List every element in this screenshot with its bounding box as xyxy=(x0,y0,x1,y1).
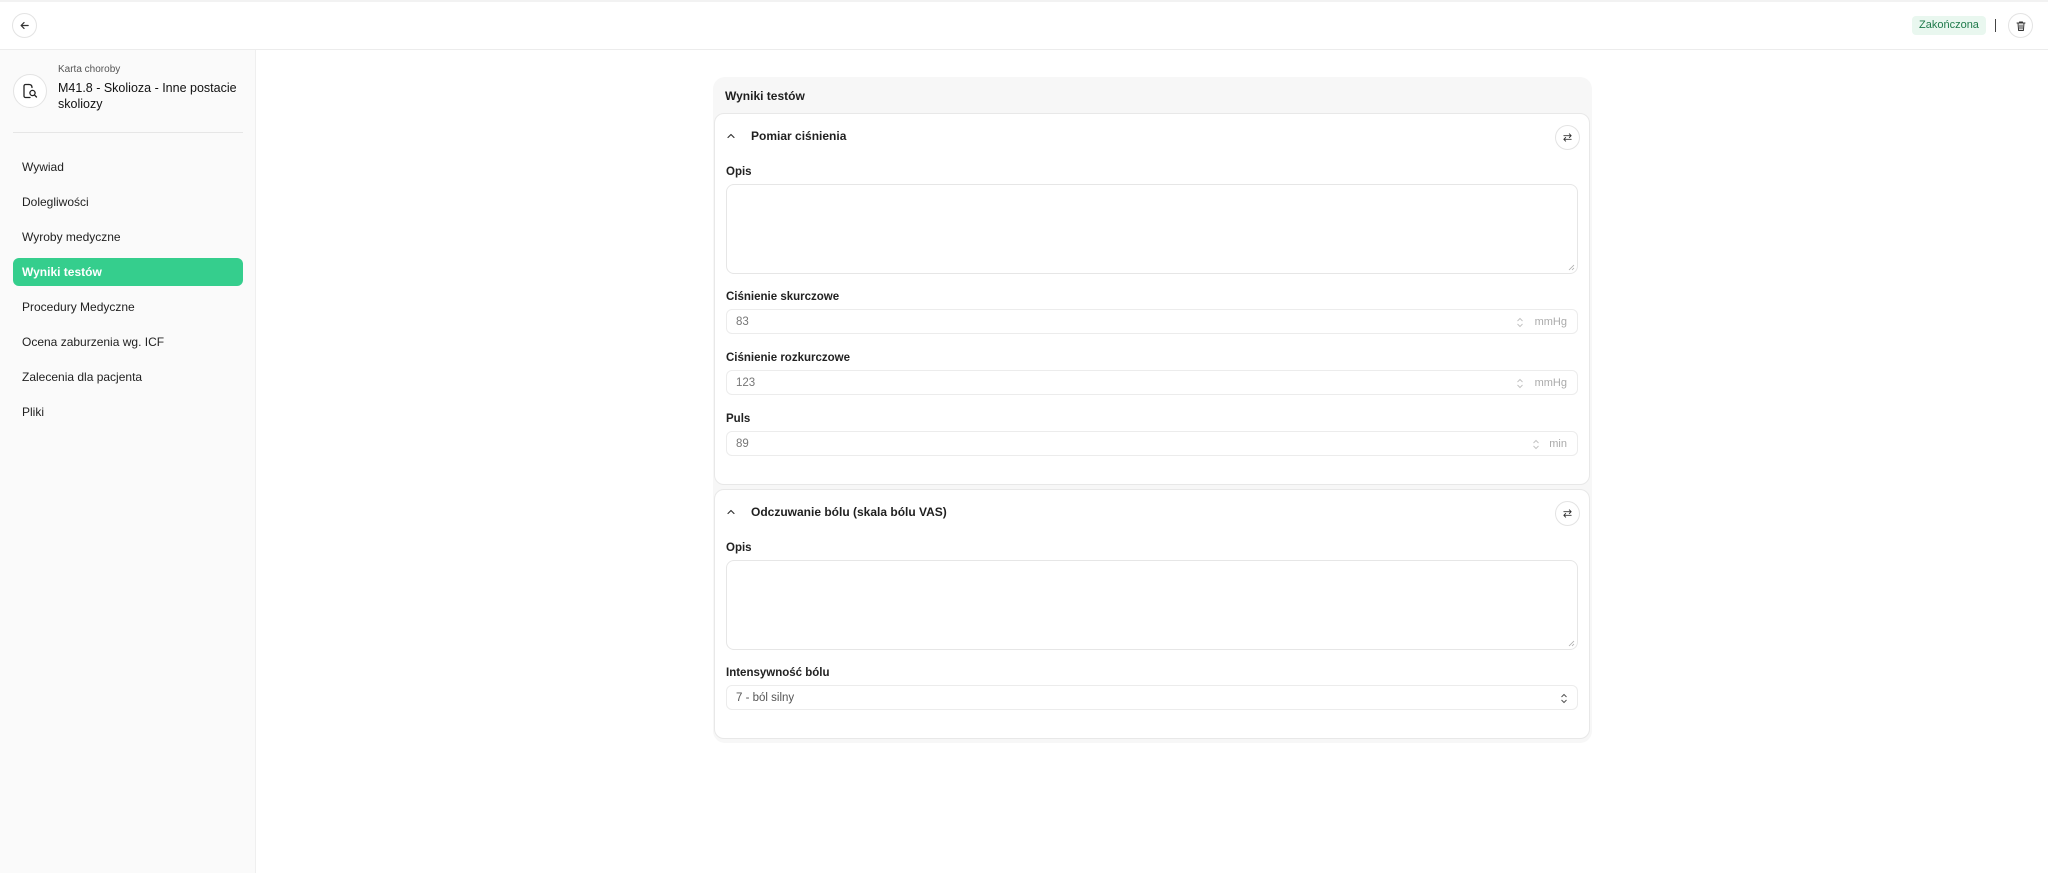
arrow-left-icon xyxy=(20,21,29,30)
sidebar-item-procedury-medyczne[interactable]: Procedury Medyczne xyxy=(13,293,243,321)
diastolic-input[interactable]: 123 mmHg xyxy=(726,370,1578,395)
stepper-icon[interactable] xyxy=(1516,317,1524,328)
systolic-input[interactable]: 83 mmHg xyxy=(726,309,1578,334)
sidebar-item-pliki[interactable]: Pliki xyxy=(13,398,243,426)
sidebar-item-wyniki-testow[interactable]: Wyniki testów xyxy=(13,258,243,286)
sidebar-divider xyxy=(13,132,243,133)
sidebar-nav: Wywiad Dolegliwości Wyroby medyczne Wyni… xyxy=(13,153,243,433)
resize-grip-icon[interactable] xyxy=(1567,263,1575,271)
top-bar: Zakończona xyxy=(0,0,2048,50)
diastolic-unit: mmHg xyxy=(1534,377,1567,389)
test-results-panel: Wyniki testów Pomiar ciśnienia Opis Ciśn… xyxy=(713,77,1592,743)
pain-scale-card: Odczuwanie bólu (skala bólu VAS) Opis In… xyxy=(714,489,1590,739)
pulse-input[interactable]: 89 min xyxy=(726,431,1578,456)
swap-button[interactable] xyxy=(1555,125,1580,150)
pain-intensity-select[interactable]: 7 - ból silny xyxy=(726,685,1578,710)
disease-card: Karta choroby M41.8 - Skolioza - Inne po… xyxy=(13,64,243,134)
description-textarea[interactable] xyxy=(726,184,1578,274)
diastolic-value: 123 xyxy=(736,377,756,389)
chevron-up-icon[interactable] xyxy=(725,506,737,518)
diastolic-label: Ciśnienie rozkurczowe xyxy=(726,352,850,364)
description-textarea[interactable] xyxy=(726,560,1578,650)
pulse-unit: min xyxy=(1549,438,1567,450)
trash-icon xyxy=(2016,21,2025,31)
swap-arrows-icon xyxy=(1563,509,1572,518)
pulse-value: 89 xyxy=(736,438,749,450)
stepper-icon[interactable] xyxy=(1532,439,1540,450)
pain-scale-title[interactable]: Odczuwanie bólu (skala bólu VAS) xyxy=(751,505,947,519)
header-divider xyxy=(1995,19,1996,32)
back-button[interactable] xyxy=(12,13,37,38)
swap-arrows-icon xyxy=(1563,133,1572,142)
sidebar-item-ocena-icf[interactable]: Ocena zaburzenia wg. ICF xyxy=(13,328,243,356)
sidebar-item-zalecenia[interactable]: Zalecenia dla pacjenta xyxy=(13,363,243,391)
blood-pressure-card: Pomiar ciśnienia Opis Ciśnienie skurczow… xyxy=(714,113,1590,485)
page-title: Wyniki testów xyxy=(725,89,805,103)
sidebar-item-dolegliwosci[interactable]: Dolegliwości xyxy=(13,188,243,216)
sidebar-item-wyroby-medyczne[interactable]: Wyroby medyczne xyxy=(13,223,243,251)
swap-button[interactable] xyxy=(1555,501,1580,526)
chevron-updown-icon xyxy=(1561,693,1567,704)
sidebar: Karta choroby M41.8 - Skolioza - Inne po… xyxy=(0,50,256,873)
resize-grip-icon[interactable] xyxy=(1567,639,1575,647)
systolic-label: Ciśnienie skurczowe xyxy=(726,291,840,303)
systolic-unit: mmHg xyxy=(1534,316,1567,328)
status-badge: Zakończona xyxy=(1912,16,1986,35)
description-label: Opis xyxy=(726,166,752,178)
blood-pressure-title[interactable]: Pomiar ciśnienia xyxy=(751,129,846,143)
chevron-up-icon[interactable] xyxy=(725,130,737,142)
stepper-icon[interactable] xyxy=(1516,378,1524,389)
sidebar-item-wywiad[interactable]: Wywiad xyxy=(13,153,243,181)
pulse-label: Puls xyxy=(726,413,751,425)
medical-card-icon xyxy=(13,74,47,108)
description-label: Opis xyxy=(726,542,752,554)
pain-intensity-label: Intensywność bólu xyxy=(726,667,830,679)
pain-intensity-value: 7 - ból silny xyxy=(736,692,795,704)
delete-button[interactable] xyxy=(2008,13,2033,38)
disease-card-title: M41.8 - Skolioza - Inne postacie skolioz… xyxy=(58,81,237,111)
disease-card-kicker: Karta choroby xyxy=(58,64,121,75)
systolic-value: 83 xyxy=(736,316,749,328)
